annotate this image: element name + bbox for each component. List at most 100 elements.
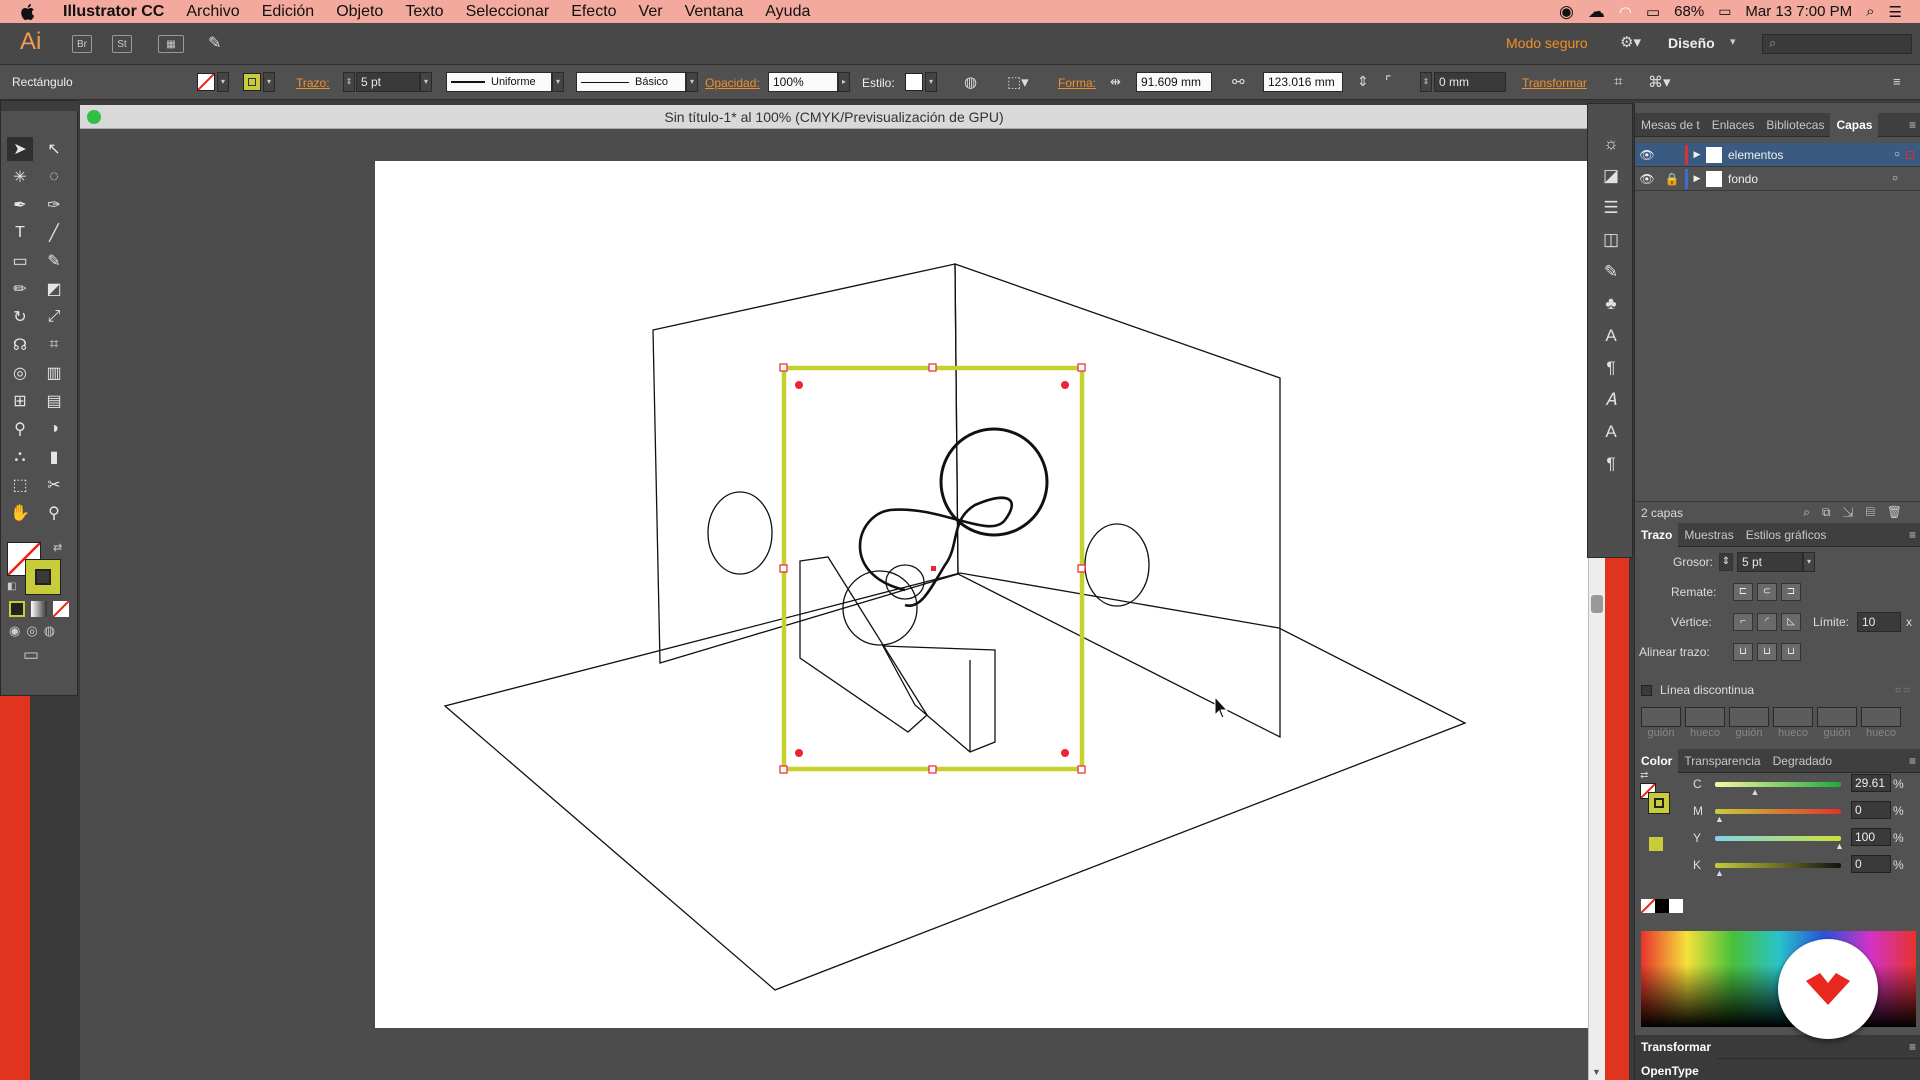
eraser-tool-icon[interactable]: ◩ [41,277,67,301]
align-inside-icon[interactable]: ⊔ [1757,643,1777,661]
hand-tool-icon[interactable]: ✋ [7,501,33,525]
pen-tool-icon[interactable]: ✒ [7,193,33,217]
channel-k-value[interactable]: 0 [1851,855,1891,873]
selection-indicator[interactable] [1906,150,1914,159]
floor-plane[interactable] [443,572,1467,991]
channel-k-slider[interactable] [1715,863,1841,868]
perspective-grid-tool-icon[interactable]: ▥ [41,361,67,385]
butt-cap-icon[interactable]: ⊏ [1733,583,1753,601]
paragraph-styles-icon[interactable]: ¶ [1588,352,1634,384]
gamut-swatch[interactable] [1649,837,1663,851]
selection-tool-icon[interactable]: ➤ [7,137,33,161]
pathfinder-icon[interactable]: ◫ [1588,224,1634,256]
layers-menu-icon[interactable]: ≡ [1909,118,1920,132]
dashed-line-checkbox[interactable] [1641,684,1652,696]
rectangle-tool-icon[interactable]: ▭ [7,249,33,273]
channel-k-thumb[interactable]: ▲ [1715,868,1724,878]
weight-stepper[interactable]: ⇕ [1719,553,1733,571]
glyphs-icon[interactable]: 𝐴 [1588,384,1634,416]
gap-field[interactable] [1861,707,1901,727]
swap-fill-stroke-icon[interactable]: ⇄ [53,541,62,554]
tab-libraries[interactable]: Bibliotecas [1760,118,1830,132]
zoom-tool-icon[interactable]: ⚲ [41,501,67,525]
magic-wand-tool-icon[interactable]: ✳ [7,165,33,189]
round-join-icon[interactable]: ◜ [1757,613,1777,631]
left-wall-circle[interactable] [707,491,773,575]
black-swatch[interactable] [1655,899,1669,913]
channel-m-thumb[interactable]: ▲ [1715,814,1724,824]
expand-triangle-icon[interactable]: ▶ [1688,173,1706,184]
none-mode-icon[interactable] [52,600,70,618]
color-menu-icon[interactable]: ≡ [1909,754,1920,768]
gradient-mode-icon[interactable] [31,601,47,617]
type-tool-icon[interactable]: T [7,221,33,245]
tab-layers[interactable]: Capas [1830,112,1879,137]
dash-align-icons[interactable]: ⌗⌗ [1894,683,1912,698]
dash-field[interactable] [1729,707,1769,727]
line-tool-icon[interactable]: ╱ [41,221,67,245]
projecting-cap-icon[interactable]: ⊐ [1781,583,1801,601]
weight-field[interactable]: 5 pt [1737,552,1803,572]
align-center-icon[interactable]: ⊔ [1733,643,1753,661]
scroll-down-icon[interactable]: ▼ [1592,1067,1601,1077]
character-icon[interactable]: A [1588,416,1634,448]
shape-builder-tool-icon[interactable]: ◎ [7,361,33,385]
tab-transparency[interactable]: Transparencia [1678,754,1766,768]
channel-m-value[interactable]: 0 [1851,801,1891,819]
gap-field[interactable] [1773,707,1813,727]
color-stroke-swatch[interactable] [1648,792,1670,814]
stroke-indicator[interactable] [25,559,61,595]
selection-bounding-box[interactable] [779,363,1086,774]
dash-field[interactable] [1817,707,1857,727]
draw-behind-icon[interactable]: ◎ [26,623,37,639]
slice-tool-icon[interactable]: ✂ [41,473,67,497]
transform-menu-icon[interactable]: ≡ [1909,1040,1920,1054]
layer-name[interactable]: fondo [1728,172,1758,186]
channel-y-value[interactable]: 100 [1851,828,1891,846]
limit-field[interactable]: 10 [1857,612,1901,632]
visibility-eye-icon[interactable]: 👁 [1635,172,1659,186]
channel-y-slider[interactable] [1715,836,1841,841]
weight-dropdown-icon[interactable]: ▾ [1803,552,1815,572]
gradient-tool-icon[interactable]: ▤ [41,389,67,413]
graphic-styles-icon[interactable]: ◪ [1588,160,1634,192]
tab-graphic-styles[interactable]: Estilos gráficos [1740,528,1833,542]
screen-mode-icon[interactable]: ▭ [23,645,39,665]
layer-row-elementos[interactable]: 👁 ▶ elementos ○ [1635,143,1920,167]
tab-transform[interactable]: Transformar [1635,1034,1718,1059]
white-swatch[interactable] [1669,899,1683,913]
eyedropper-tool-icon[interactable]: ⚲ [7,417,33,441]
paintbrush-tool-icon[interactable]: ✎ [41,249,67,273]
channel-m-slider[interactable] [1715,809,1841,814]
symbol-sprayer-tool-icon[interactable]: ⛬ [7,445,33,469]
character-styles-icon[interactable]: A [1588,320,1634,352]
right-wall-plane[interactable] [954,263,1281,739]
layers-footer-actions[interactable]: ⌕⧉⇲▤🗑 [1803,505,1914,520]
opentype-panel-header[interactable]: OpenType [1635,1058,1920,1080]
brushes-icon[interactable]: ✎ [1588,256,1634,288]
tab-stroke[interactable]: Trazo [1635,522,1679,547]
draw-normal-icon[interactable]: ◉ [9,623,20,639]
visibility-eye-icon[interactable]: 👁 [1635,148,1659,162]
align-outside-icon[interactable]: ⊔ [1781,643,1801,661]
lock-icon[interactable]: 🔒 [1659,172,1685,186]
warp-tool-icon[interactable]: ☊ [7,333,33,357]
target-circle-icon[interactable]: ○ [1894,149,1900,160]
left-wall-plane[interactable] [652,263,959,664]
rotate-tool-icon[interactable]: ↻ [7,305,33,329]
artboard-tool-icon[interactable]: ⬚ [7,473,33,497]
direct-selection-tool-icon[interactable]: ↖ [41,137,67,161]
appearance-icon[interactable]: ☼ [1588,128,1634,160]
column-graph-tool-icon[interactable]: ▮ [41,445,67,469]
channel-y-thumb[interactable]: ▲ [1835,841,1844,851]
curvature-tool-icon[interactable]: ✑ [41,193,67,217]
box-block[interactable] [881,645,996,753]
default-colors-icon[interactable]: ◧ [7,581,16,592]
lasso-tool-icon[interactable]: ◌ [41,165,67,189]
scroll-thumb[interactable] [1591,595,1603,613]
free-transform-tool-icon[interactable]: ⌗ [41,333,67,357]
mesh-tool-icon[interactable]: ⊞ [7,389,33,413]
paragraph-icon[interactable]: ¶ [1588,448,1634,480]
layer-row-fondo[interactable]: 👁 🔒 ▶ fondo ○ [1635,167,1920,191]
tools-panel-header[interactable] [1,101,79,111]
